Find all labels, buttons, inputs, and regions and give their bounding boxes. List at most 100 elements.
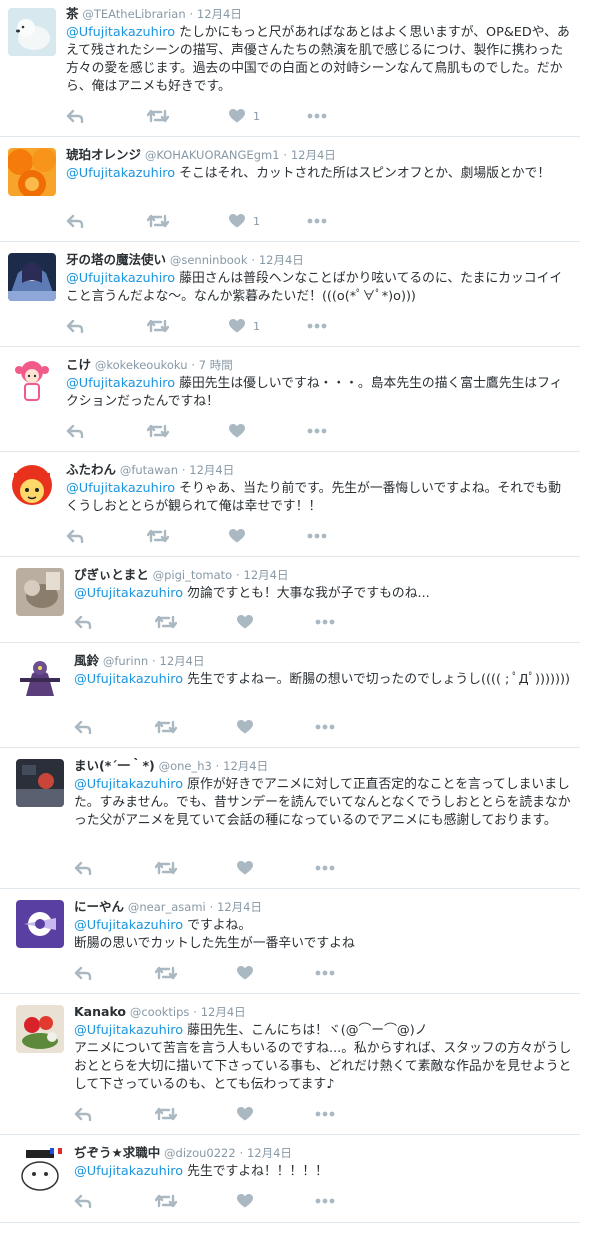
retweet-button[interactable] [147, 422, 169, 440]
reply-button[interactable] [74, 859, 92, 877]
display-name[interactable]: 風鈴 [74, 653, 99, 668]
mention-link[interactable]: @Ufujitakazuhiro [74, 918, 183, 933]
retweet-button[interactable] [147, 317, 169, 335]
display-name[interactable]: ぢぞう★求職中 [74, 1145, 160, 1160]
mention-link[interactable]: @Ufujitakazuhiro [66, 25, 175, 40]
reply-button[interactable] [66, 527, 84, 545]
more-button[interactable] [307, 527, 327, 545]
like-button[interactable]: 1 [229, 212, 260, 230]
like-button[interactable]: 1 [229, 107, 260, 125]
like-button[interactable] [237, 964, 261, 982]
timestamp[interactable]: 12月4日 [259, 253, 304, 267]
tweet[interactable]: まい(*´一｀*) @one_h3 · 12月4日 @Ufujitakazuhi… [0, 748, 580, 889]
display-name[interactable]: ふたわん [66, 462, 116, 477]
reply-button[interactable] [74, 613, 92, 631]
tweet[interactable]: 茶 @TEAtheLibrarian · 12月4日 @Ufujitakazuh… [0, 0, 580, 137]
avatar[interactable] [8, 148, 56, 196]
timestamp[interactable]: 12月4日 [201, 1005, 246, 1019]
more-button[interactable] [315, 613, 335, 631]
username[interactable]: @furinn [103, 654, 148, 668]
timestamp[interactable]: 12月4日 [291, 148, 336, 162]
tweet[interactable]: 風鈴 @furinn · 12月4日 @Ufujitakazuhiro 先生です… [0, 643, 580, 748]
like-button[interactable] [237, 1105, 261, 1123]
reply-button[interactable] [66, 107, 84, 125]
more-button[interactable] [307, 422, 327, 440]
reply-button[interactable] [74, 1192, 92, 1210]
more-button[interactable] [307, 317, 327, 335]
username[interactable]: @KOHAKUORANGEgm1 [145, 148, 280, 162]
reply-button[interactable] [74, 718, 92, 736]
retweet-button[interactable] [155, 859, 177, 877]
avatar[interactable] [16, 900, 64, 948]
retweet-button[interactable] [155, 1192, 177, 1210]
timestamp[interactable]: 12月4日 [197, 7, 242, 21]
tweet[interactable]: 琥珀オレンジ @KOHAKUORANGEgm1 · 12月4日 @Ufujita… [0, 137, 580, 242]
more-button[interactable] [315, 1192, 335, 1210]
timestamp[interactable]: 12月4日 [247, 1146, 292, 1160]
mention-link[interactable]: @Ufujitakazuhiro [66, 481, 175, 496]
username[interactable]: @senninbook [170, 253, 248, 267]
like-button[interactable]: 1 [229, 317, 260, 335]
display-name[interactable]: 茶 [66, 6, 79, 21]
timestamp[interactable]: 12月4日 [217, 900, 262, 914]
like-button[interactable] [229, 527, 253, 545]
like-button[interactable] [229, 422, 253, 440]
reply-button[interactable] [66, 317, 84, 335]
mention-link[interactable]: @Ufujitakazuhiro [74, 1023, 183, 1038]
retweet-button[interactable] [155, 718, 177, 736]
avatar[interactable] [16, 568, 64, 616]
mention-link[interactable]: @Ufujitakazuhiro [74, 1164, 183, 1179]
like-button[interactable] [237, 1192, 261, 1210]
username[interactable]: @dizou0222 [164, 1146, 236, 1160]
like-button[interactable] [237, 718, 261, 736]
mention-link[interactable]: @Ufujitakazuhiro [74, 586, 183, 601]
timestamp[interactable]: 12月4日 [223, 759, 268, 773]
display-name[interactable]: 琥珀オレンジ [66, 147, 141, 162]
username[interactable]: @kokekeoukoku [95, 358, 188, 372]
reply-button[interactable] [66, 212, 84, 230]
avatar[interactable] [8, 8, 56, 56]
tweet[interactable]: ぴぎぃとまと @pigi_tomato · 12月4日 @Ufujitakazu… [0, 557, 580, 643]
username[interactable]: @one_h3 [159, 759, 212, 773]
more-button[interactable] [315, 718, 335, 736]
username[interactable]: @pigi_tomato [153, 568, 233, 582]
timestamp[interactable]: 12月4日 [189, 463, 234, 477]
avatar[interactable] [16, 1005, 64, 1053]
display-name[interactable]: まい(*´一｀*) [74, 758, 155, 773]
timestamp[interactable]: 12月4日 [160, 654, 205, 668]
like-button[interactable] [237, 859, 261, 877]
more-button[interactable] [315, 964, 335, 982]
avatar[interactable] [16, 759, 64, 807]
mention-link[interactable]: @Ufujitakazuhiro [66, 166, 175, 181]
more-button[interactable] [307, 212, 327, 230]
username[interactable]: @near_asami [128, 900, 206, 914]
username[interactable]: @futawan [120, 463, 178, 477]
mention-link[interactable]: @Ufujitakazuhiro [66, 376, 175, 391]
retweet-button[interactable] [155, 964, 177, 982]
display-name[interactable]: こけ [66, 357, 91, 372]
username[interactable]: @TEAtheLibrarian [82, 7, 185, 21]
timestamp[interactable]: 7 時間 [199, 358, 233, 372]
tweet[interactable]: Kanako @cooktips · 12月4日 @Ufujitakazuhir… [0, 994, 580, 1135]
avatar[interactable] [16, 654, 64, 702]
retweet-button[interactable] [155, 1105, 177, 1123]
tweet[interactable]: ぢぞう★求職中 @dizou0222 · 12月4日 @Ufujitakazuh… [0, 1135, 580, 1223]
timestamp[interactable]: 12月4日 [244, 568, 289, 582]
tweet[interactable]: にーやん @near_asami · 12月4日 @Ufujitakazuhir… [0, 889, 580, 994]
display-name[interactable]: ぴぎぃとまと [74, 567, 149, 582]
more-button[interactable] [315, 1105, 335, 1123]
tweet[interactable]: ふたわん @futawan · 12月4日 @Ufujitakazuhiro そ… [0, 452, 580, 557]
tweet[interactable]: 牙の塔の魔法使い @senninbook · 12月4日 @Ufujitakaz… [0, 242, 580, 347]
retweet-button[interactable] [147, 527, 169, 545]
tweet[interactable]: こけ @kokekeoukoku · 7 時間 @Ufujitakazuhiro… [0, 347, 580, 452]
username[interactable]: @cooktips [130, 1005, 190, 1019]
avatar[interactable] [8, 358, 56, 406]
avatar[interactable] [8, 253, 56, 301]
reply-button[interactable] [66, 422, 84, 440]
mention-link[interactable]: @Ufujitakazuhiro [74, 672, 183, 687]
retweet-button[interactable] [147, 107, 169, 125]
retweet-button[interactable] [147, 212, 169, 230]
more-button[interactable] [315, 859, 335, 877]
reply-button[interactable] [74, 1105, 92, 1123]
avatar[interactable] [8, 463, 56, 511]
